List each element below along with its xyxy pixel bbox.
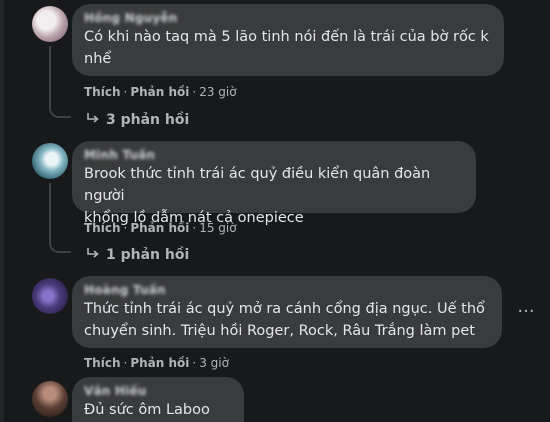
comment-bubble: Hoàng Tuấn Thức tỉnh trái ác quỷ mở ra c…	[72, 276, 502, 348]
reply-link[interactable]: Phản hồi	[130, 85, 189, 99]
avatar[interactable]	[32, 381, 68, 417]
reply-link[interactable]: Phản hồi	[130, 356, 189, 370]
comment-actions: Thích · Phản hồi · 3 giờ	[84, 356, 229, 370]
thread-line	[49, 46, 51, 108]
comment-text: Thức tỉnh trái ác quỷ mở ra cánh cổng đị…	[84, 301, 485, 339]
like-link[interactable]: Thích	[84, 85, 121, 99]
comment-bubble: Hồng Nguyễn Có khi nào taq mà 5 lão tinh…	[72, 4, 504, 76]
comment-actions: Thích · Phản hồi · 15 giờ	[84, 221, 237, 235]
comment-timestamp[interactable]: 23 giờ	[199, 85, 236, 99]
reply-link[interactable]: Phản hồi	[130, 221, 189, 235]
comment-text: Đủ sức ôm Laboo rồi	[84, 402, 210, 418]
reply-arrow-icon	[86, 110, 102, 130]
comment-actions: Thích · Phản hồi · 23 giờ	[84, 85, 237, 99]
more-options-icon[interactable]: ···	[512, 298, 540, 326]
replies-count: 1 phản hồi	[106, 247, 190, 263]
replies-count: 3 phản hồi	[106, 112, 190, 128]
avatar[interactable]	[32, 6, 68, 42]
comment-bubble: Minh Tuấn Brook thức tỉnh trái ác quỷ đi…	[72, 141, 476, 226]
comment-author[interactable]: Minh Tuấn	[84, 147, 464, 163]
thread-curve	[49, 241, 71, 253]
scroll-edge	[0, 0, 4, 422]
comment-timestamp[interactable]: 3 giờ	[199, 356, 229, 370]
thread-line	[49, 183, 51, 243]
comment-feed: Hồng Nguyễn Có khi nào taq mà 5 lão tinh…	[0, 0, 550, 422]
avatar[interactable]	[32, 278, 68, 314]
comment-author[interactable]: Văn Hiếu	[84, 383, 232, 399]
reply-arrow-icon	[86, 245, 102, 265]
comment-author[interactable]: Hoàng Tuấn	[84, 282, 490, 298]
like-link[interactable]: Thích	[84, 221, 121, 235]
like-link[interactable]: Thích	[84, 356, 121, 370]
thread-curve	[49, 106, 71, 118]
avatar[interactable]	[32, 143, 68, 179]
view-replies-button[interactable]: 1 phản hồi	[86, 245, 189, 265]
comment-bubble: Văn Hiếu Đủ sức ôm Laboo rồi	[72, 377, 244, 422]
comment-text: Có khi nào taq mà 5 lão tinh nói đến là …	[84, 29, 489, 67]
view-replies-button[interactable]: 3 phản hồi	[86, 110, 189, 130]
comment-author[interactable]: Hồng Nguyễn	[84, 10, 492, 26]
comment-timestamp[interactable]: 15 giờ	[199, 221, 236, 235]
